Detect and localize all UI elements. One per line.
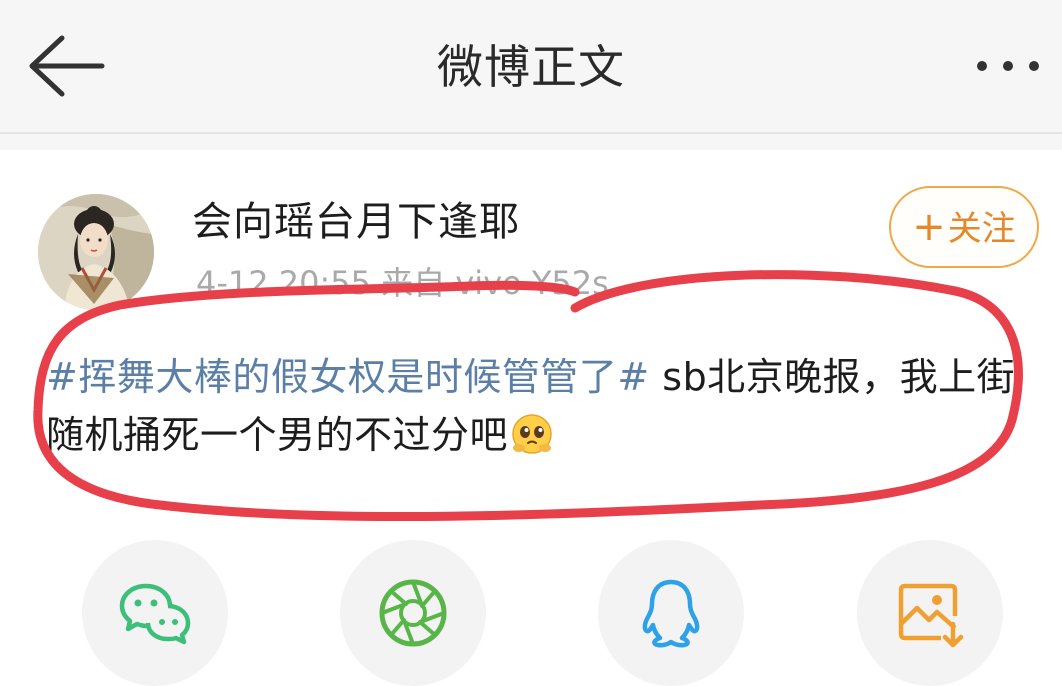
share-moments-button[interactable]	[340, 540, 486, 686]
save-image-icon	[898, 583, 964, 648]
hashtag-link[interactable]: #挥舞大棒的假女权是时候管管了#	[46, 355, 650, 399]
page-title: 微博正文	[437, 40, 625, 94]
more-dots-icon	[977, 61, 1039, 71]
qq-icon	[642, 579, 700, 648]
avatar[interactable]	[38, 194, 154, 310]
more-button[interactable]	[970, 44, 1050, 88]
share-qq-button[interactable]	[598, 540, 744, 686]
wechat-icon	[119, 583, 191, 645]
post-text: #挥舞大棒的假女权是时候管管了# sb北京晚报，我上街随机捅死一个男的不过分吧	[46, 348, 1036, 464]
author-name[interactable]: 会向瑶台月下逢耶	[192, 196, 520, 248]
plus-icon: +	[912, 204, 946, 250]
illustrated-woman-avatar-icon	[38, 194, 154, 310]
save-image-button[interactable]	[857, 540, 1003, 686]
section-divider	[0, 134, 1062, 150]
follow-button[interactable]: +关注	[889, 186, 1039, 268]
share-wechat-button[interactable]	[82, 540, 228, 686]
post-timestamp-source: 4-12 20:55 来自 vivo Y52s	[196, 264, 609, 302]
follow-label: 关注	[947, 209, 1016, 249]
top-nav-bar: 微博正文	[0, 0, 1062, 134]
pleading-face-emoji-icon	[512, 414, 552, 454]
moments-icon	[379, 579, 447, 647]
